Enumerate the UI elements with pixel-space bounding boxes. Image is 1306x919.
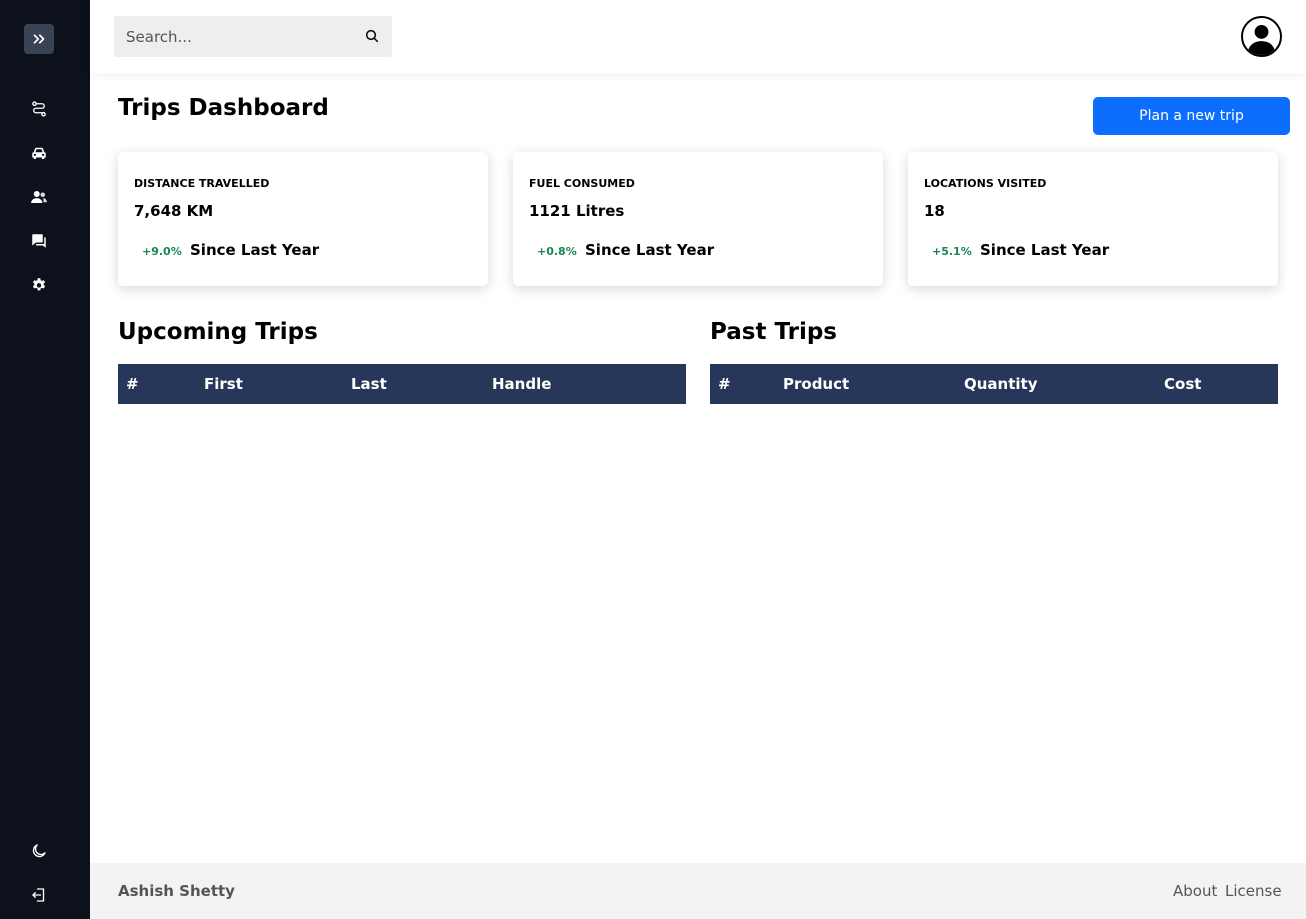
stat-card-fuel: FUEL CONSUMED 1121 Litres +0.8% Since La…: [513, 152, 883, 286]
past-trips-table-header: # Product Quantity Cost: [710, 364, 1278, 404]
logout-button[interactable]: [24, 880, 54, 910]
stat-value: 7,648 KM: [134, 202, 214, 220]
route-icon: [32, 101, 46, 117]
users-icon: [31, 191, 47, 203]
upcoming-trips-table-header: # First Last Handle: [118, 364, 686, 404]
expand-sidebar-button[interactable]: [24, 24, 54, 54]
column-header: #: [126, 375, 139, 393]
sidebar: [0, 0, 90, 919]
column-header: Quantity: [964, 375, 1038, 393]
column-header: Last: [351, 375, 387, 393]
stat-since: Since Last Year: [190, 241, 320, 259]
footer-link-about[interactable]: About: [1173, 882, 1217, 900]
sidebar-item-messages[interactable]: [24, 226, 54, 256]
stat-since: Since Last Year: [585, 241, 715, 259]
column-header: First: [204, 375, 243, 393]
upcoming-trips-title: Upcoming Trips: [118, 319, 318, 345]
stat-label: FUEL CONSUMED: [529, 177, 635, 190]
top-bar: [90, 0, 1306, 73]
sidebar-item-vehicles[interactable]: [24, 138, 54, 168]
stat-since: Since Last Year: [980, 241, 1110, 259]
chevrons-right-icon: [33, 34, 45, 44]
chat-icon: [32, 234, 46, 248]
column-header: Cost: [1164, 375, 1202, 393]
avatar[interactable]: [1241, 16, 1282, 57]
plan-new-trip-button[interactable]: Plan a new trip: [1093, 97, 1290, 135]
car-icon: [32, 147, 46, 159]
column-header: #: [718, 375, 731, 393]
stat-change: +0.8%: [537, 245, 577, 258]
sidebar-item-trips[interactable]: [24, 94, 54, 124]
stat-change: +9.0%: [142, 245, 182, 258]
footer-link-license[interactable]: License: [1225, 882, 1282, 900]
stat-change: +5.1%: [932, 245, 972, 258]
logout-icon: [32, 888, 45, 902]
moon-icon: [32, 844, 46, 858]
stat-label: DISTANCE TRAVELLED: [134, 177, 270, 190]
footer-author: Ashish Shetty: [118, 882, 235, 900]
stat-value: 18: [924, 202, 945, 220]
column-header: Product: [783, 375, 850, 393]
search-box: [114, 16, 392, 57]
main-content: Trips Dashboard Plan a new trip DISTANCE…: [90, 73, 1306, 863]
dark-mode-toggle[interactable]: [24, 836, 54, 866]
column-header: Handle: [492, 375, 552, 393]
user-avatar-icon: [1247, 24, 1276, 55]
stat-value: 1121 Litres: [529, 202, 625, 220]
footer: Ashish Shetty About License: [90, 863, 1306, 919]
search-icon[interactable]: [364, 28, 380, 44]
stat-label: LOCATIONS VISITED: [924, 177, 1047, 190]
past-trips-title: Past Trips: [710, 319, 837, 345]
stat-card-distance: DISTANCE TRAVELLED 7,648 KM +9.0% Since …: [118, 152, 488, 286]
sidebar-item-settings[interactable]: [24, 270, 54, 300]
search-input[interactable]: [114, 16, 354, 57]
sidebar-item-users[interactable]: [24, 182, 54, 212]
stat-card-locations: LOCATIONS VISITED 18 +5.1% Since Last Ye…: [908, 152, 1278, 286]
page-title: Trips Dashboard: [118, 95, 329, 121]
gear-icon: [32, 278, 46, 291]
